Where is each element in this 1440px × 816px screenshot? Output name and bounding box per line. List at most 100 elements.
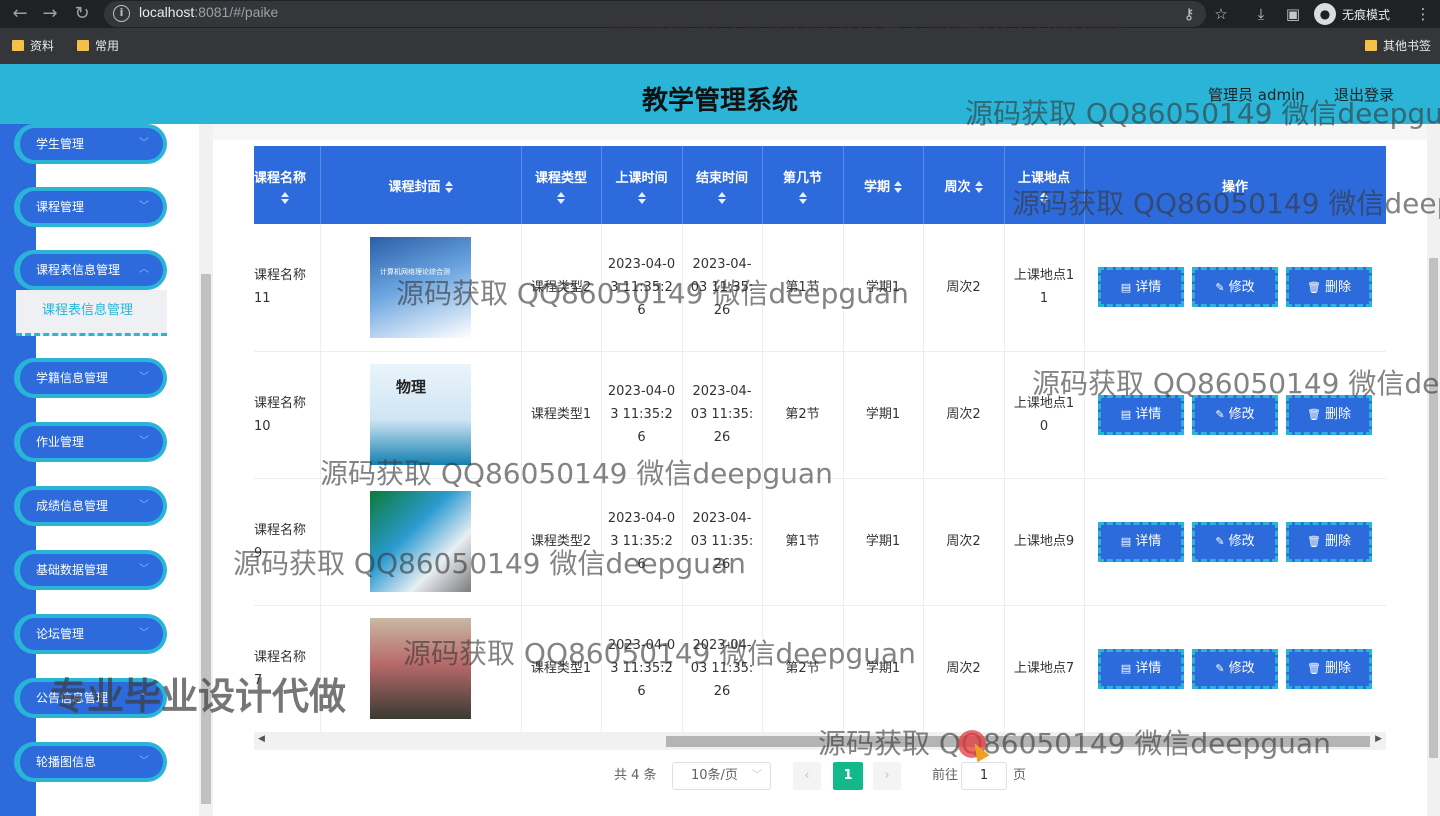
table-header-row: 课程名称 课程封面 课程类型 上课时间 结束时间 第几节 学期 周次 上课地点 … <box>254 146 1386 224</box>
table-row: 课程名称7 课程类型1 2023-04-03 11:35:26 2023-04-… <box>254 605 1386 732</box>
chevron-down-icon: ﹀ <box>139 756 149 767</box>
cover-cell <box>320 478 522 606</box>
scrollbar-thumb[interactable] <box>201 274 211 804</box>
cover-cell: 物理 <box>320 351 522 479</box>
sidebar-item-carousel[interactable]: 轮播图信息 ﹀ <box>14 742 167 782</box>
sidebar-item-schedule[interactable]: 课程表信息管理 ︿ <box>14 250 167 290</box>
scroll-left-icon[interactable]: ◀ <box>258 734 265 744</box>
sidebar-item-grades[interactable]: 成绩信息管理 ﹀ <box>14 486 167 526</box>
section: 第1节 <box>762 478 844 606</box>
term: 学期1 <box>843 605 924 732</box>
column-header: 操作 <box>1084 146 1386 224</box>
section: 第2节 <box>762 605 844 732</box>
goto-page-input[interactable]: 1 <box>961 762 1007 790</box>
column-header[interactable]: 上课地点 <box>1004 146 1085 224</box>
delete-button[interactable]: 🗑 删除 <box>1286 648 1372 689</box>
sidebar-item-course[interactable]: 课程管理 ﹀ <box>14 187 167 227</box>
end-time: 2023-04-03 11:35:26 <box>682 224 763 352</box>
column-header[interactable]: 课程类型 <box>521 146 602 224</box>
main-content: 课程名称 课程封面 课程类型 上课时间 结束时间 第几节 学期 周次 上课地点 … <box>213 124 1440 816</box>
column-header[interactable]: 结束时间 <box>682 146 763 224</box>
chevron-down-icon: ﹀ <box>752 770 762 781</box>
trash-icon: 🗑 <box>1307 662 1321 675</box>
course-cover-image: 物理 <box>370 364 471 465</box>
delete-button[interactable]: 🗑 删除 <box>1286 521 1372 562</box>
column-header[interactable]: 学期 <box>843 146 924 224</box>
other-bookmarks[interactable]: 其他书签 <box>1365 37 1431 54</box>
sidebar-item-notice[interactable]: 公告信息管理 ﹀ <box>14 678 167 718</box>
actions-cell: ▤ 详情 ✎ 修改 🗑 删除 <box>1084 478 1386 606</box>
detail-button[interactable]: ▤ 详情 <box>1098 521 1184 562</box>
admin-label: 管理员 admin <box>1208 86 1305 104</box>
page-size-select[interactable]: 10条/页 ﹀ <box>672 762 771 790</box>
edit-button[interactable]: ✎ 修改 <box>1192 394 1278 435</box>
sidebar: 学生管理 ﹀ 课程管理 ﹀ 课程表信息管理 ︿ 课程表信息管理 学籍信息管理 ﹀ 作业管… <box>0 124 200 816</box>
detail-button[interactable]: ▤ 详情 <box>1098 267 1184 308</box>
sidebar-item-basedata[interactable]: 基础数据管理 ﹀ <box>14 550 167 590</box>
submenu-schedule-info[interactable]: 课程表信息管理 <box>16 290 167 336</box>
edit-button[interactable]: ✎ 修改 <box>1192 521 1278 562</box>
site-info-icon[interactable]: i <box>113 5 130 22</box>
edit-button[interactable]: ✎ 修改 <box>1192 267 1278 308</box>
star-icon[interactable]: ☆ <box>1210 3 1232 25</box>
menu-icon[interactable]: ⋮ <box>1412 3 1434 25</box>
week: 周次2 <box>923 605 1005 732</box>
cover-cell: 计算机网络理论综合测 <box>320 224 522 352</box>
forward-icon[interactable]: → <box>38 2 62 26</box>
table-row: 课程名称10 物理 课程类型1 2023-04-03 11:35:26 2023… <box>254 351 1386 479</box>
term: 学期1 <box>843 478 924 606</box>
course-name: 课程名称10 <box>254 351 321 479</box>
delete-button[interactable]: 🗑 删除 <box>1286 267 1372 308</box>
course-type: 课程类型2 <box>521 224 602 352</box>
sidebar-item-forum[interactable]: 论坛管理 ﹀ <box>14 614 167 654</box>
chevron-down-icon: ﹀ <box>139 500 149 511</box>
next-page-button[interactable]: › <box>873 762 901 790</box>
back-icon[interactable]: ← <box>8 2 32 26</box>
sort-icon <box>894 181 902 193</box>
logout-link[interactable]: 退出登录 <box>1334 84 1394 105</box>
course-name: 课程名称7 <box>254 605 321 732</box>
column-header[interactable]: 第几节 <box>762 146 844 224</box>
column-header[interactable]: 上课时间 <box>601 146 683 224</box>
detail-button[interactable]: ▤ 详情 <box>1098 648 1184 689</box>
delete-button[interactable]: 🗑 删除 <box>1286 394 1372 435</box>
sort-icon <box>280 191 289 204</box>
sidebar-item-homework[interactable]: 作业管理 ﹀ <box>14 422 167 462</box>
main-vertical-scrollbar[interactable] <box>1427 124 1440 816</box>
course-type: 课程类型1 <box>521 605 602 732</box>
pencil-icon: ✎ <box>1215 535 1225 548</box>
scrollbar-thumb[interactable] <box>666 736 1370 747</box>
prev-page-button[interactable]: ‹ <box>793 762 821 790</box>
app-header: 教学管理系统 管理员 admin 退出登录 <box>0 64 1440 124</box>
sidebar-item-enrollment[interactable]: 学籍信息管理 ﹀ <box>14 358 167 398</box>
actions-cell: ▤ 详情 ✎ 修改 🗑 删除 <box>1084 224 1386 352</box>
download-icon[interactable]: ⤓ <box>1250 3 1272 25</box>
bookmark-folder[interactable]: 资料 <box>12 37 54 54</box>
pencil-icon: ✎ <box>1215 662 1225 675</box>
start-time: 2023-04-03 11:35:26 <box>601 605 683 732</box>
address-bar[interactable]: i localhost:8081/#/paike <box>104 1 1206 27</box>
scroll-right-icon[interactable]: ▶ <box>1375 734 1382 744</box>
column-header[interactable]: 周次 <box>923 146 1005 224</box>
scrollbar-thumb[interactable] <box>1429 258 1438 758</box>
page-number-current[interactable]: 1 <box>833 762 863 790</box>
trash-icon: 🗑 <box>1307 280 1321 294</box>
trash-icon: 🗑 <box>1307 408 1321 421</box>
table-horizontal-scrollbar[interactable]: ◀ ▶ <box>254 732 1386 750</box>
chevron-down-icon: ﹀ <box>139 138 149 149</box>
reload-icon[interactable]: ↻ <box>70 2 94 26</box>
sidebar-scrollbar[interactable] <box>199 124 213 816</box>
bookmark-folder[interactable]: 常用 <box>77 37 119 54</box>
column-header[interactable]: 课程封面 <box>320 146 522 224</box>
key-icon[interactable]: ⚷ <box>1178 3 1200 25</box>
incognito-indicator[interactable]: ● 无痕模式 <box>1314 2 1390 26</box>
term: 学期1 <box>843 224 924 352</box>
place: 上课地点10 <box>1004 351 1085 479</box>
course-cover-image <box>370 491 471 592</box>
detail-button[interactable]: ▤ 详情 <box>1098 394 1184 435</box>
chevron-up-icon: ︿ <box>139 264 149 275</box>
edit-button[interactable]: ✎ 修改 <box>1192 648 1278 689</box>
sidebar-item-student[interactable]: 学生管理 ﹀ <box>14 124 167 164</box>
column-header[interactable]: 课程名称 <box>254 146 321 224</box>
sidepanel-icon[interactable]: ▣ <box>1282 3 1304 25</box>
